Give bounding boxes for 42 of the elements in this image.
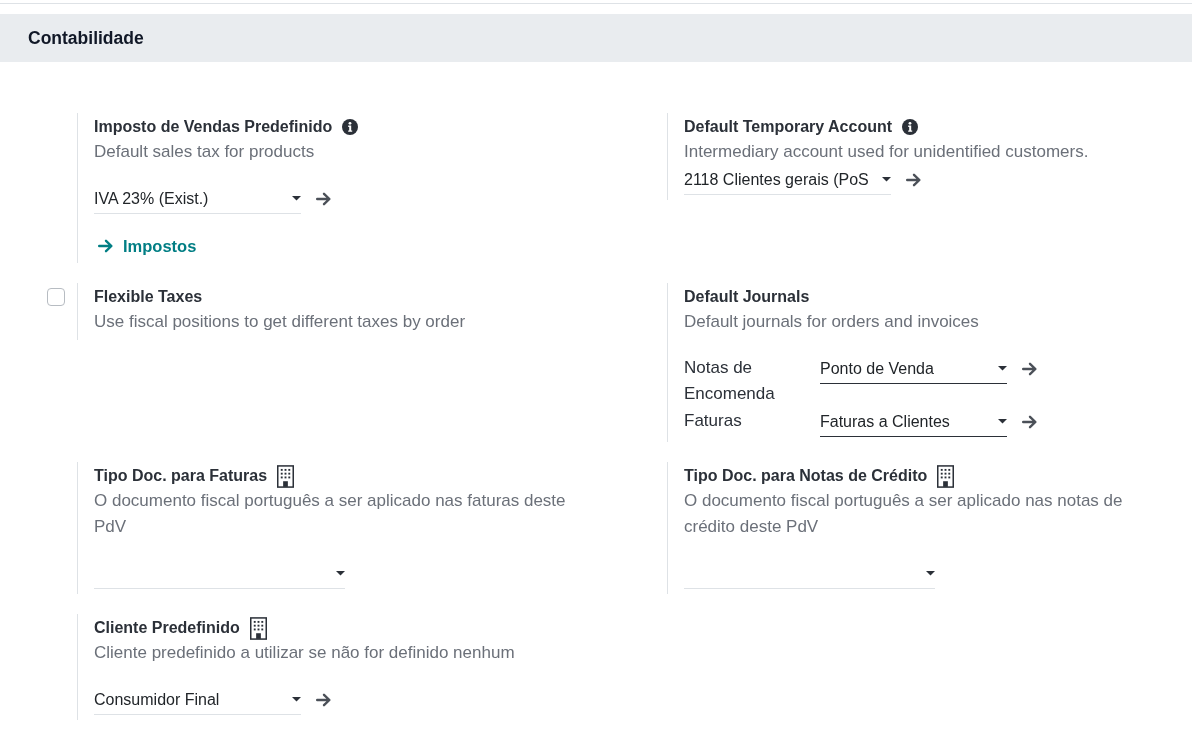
- select-field[interactable]: IVA 23% (Exist.): [94, 184, 301, 214]
- arrow-right-icon: [906, 173, 922, 187]
- open-record-button[interactable]: [906, 173, 922, 187]
- select-field[interactable]: Ponto de Venda: [820, 354, 1007, 384]
- caret-icon: [926, 571, 935, 576]
- setting-title: Default Journals: [684, 287, 810, 307]
- setting-description: Cliente predefinido a utilizar se não for definido nenhum: [94, 642, 516, 664]
- caret-icon: [998, 419, 1007, 424]
- setting-title: Default Temporary Account: [684, 117, 893, 137]
- setting-description: O documento fiscal português a ser aplicado nas notas de crédito deste PdV: [684, 490, 1124, 538]
- caret-icon: [292, 196, 301, 201]
- open-record-button[interactable]: [1022, 415, 1038, 429]
- open-record-button[interactable]: [316, 693, 332, 707]
- settings-link[interactable]: Impostos: [94, 234, 197, 258]
- setting-title: Tipo Doc. para Notas de Crédito: [684, 466, 928, 486]
- setting-description: Intermediary account used for unidentified customers.: [684, 141, 1090, 163]
- caret-icon: [336, 571, 345, 576]
- setting-description: Default journals for orders and invoices: [684, 311, 980, 333]
- setting-description: Use fiscal positions to get different taxes by order: [94, 311, 467, 333]
- open-record-button[interactable]: [316, 192, 332, 206]
- arrow-right-icon: [1022, 362, 1038, 376]
- setting-title: Imposto de Vendas Predefinido: [94, 117, 333, 137]
- setting-description: O documento fiscal português a ser aplicado nas faturas deste PdV: [94, 490, 567, 538]
- setting-title: Cliente Predefinido: [94, 618, 240, 638]
- open-record-button[interactable]: [1022, 362, 1038, 376]
- select-field[interactable]: Consumidor Final: [94, 685, 301, 715]
- caret-icon: [882, 177, 891, 182]
- caret-icon: [998, 366, 1007, 371]
- checkbox[interactable]: [47, 288, 65, 306]
- field-label: Faturas: [684, 410, 743, 432]
- setting-title: Tipo Doc. para Faturas: [94, 466, 268, 486]
- setting-title: Flexible Taxes: [94, 287, 203, 307]
- select-field[interactable]: 2118 Clientes gerais (PoS: [684, 165, 891, 195]
- field-label: Notas de Encomenda: [684, 357, 776, 405]
- caret-icon: [292, 697, 301, 702]
- arrow-right-icon: [98, 239, 114, 253]
- arrow-right-icon: [1022, 415, 1038, 429]
- setting-description: Default sales tax for products: [94, 141, 316, 163]
- select-field[interactable]: Faturas a Clientes: [820, 407, 1007, 437]
- arrow-right-icon: [316, 192, 332, 206]
- section-title: Contabilidade: [28, 27, 144, 49]
- arrow-right-icon: [316, 693, 332, 707]
